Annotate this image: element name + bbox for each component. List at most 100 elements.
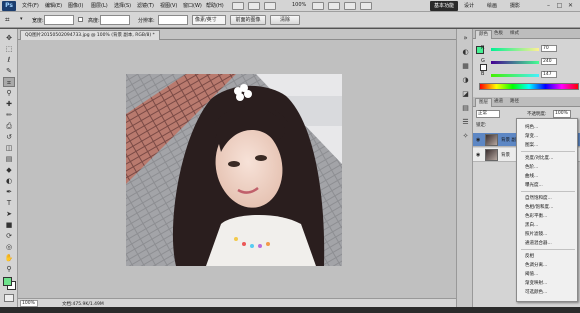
canvas-area[interactable] xyxy=(18,40,463,298)
menu-item-brightness-contrast[interactable]: 亮度/对比度... xyxy=(525,155,553,161)
menu-layer[interactable]: 图层(L) xyxy=(91,2,108,9)
menu-item-solid-color[interactable]: 纯色... xyxy=(525,124,538,130)
resolution-field[interactable] xyxy=(158,15,188,25)
menu-item-invert[interactable]: 反相 xyxy=(525,253,534,259)
menu-item-exposure[interactable]: 曝光度... xyxy=(525,182,543,188)
tab-color[interactable]: 颜色 xyxy=(475,30,492,39)
swatches-panel-icon[interactable]: ▦ xyxy=(460,61,471,71)
menu-item-threshold[interactable]: 阈值... xyxy=(525,271,538,277)
crop-tool-icon[interactable]: ⌗ xyxy=(3,77,15,87)
tool-preset-chevron-icon[interactable]: ▾ xyxy=(20,16,26,22)
paths-panel-icon[interactable]: ✧ xyxy=(460,131,471,141)
blue-slider[interactable] xyxy=(491,74,539,77)
menu-file[interactable]: 文件(F) xyxy=(22,2,39,9)
foreground-color-swatch[interactable] xyxy=(3,277,12,286)
workspace-photography[interactable]: 摄影 xyxy=(510,2,520,9)
menu-item-photo-filter[interactable]: 照片滤镜... xyxy=(525,231,547,237)
menu-item-gradient[interactable]: 渐变... xyxy=(525,133,538,139)
menu-item-levels[interactable]: 色阶... xyxy=(525,164,538,170)
menu-item-black-white[interactable]: 黑白... xyxy=(525,222,538,228)
visibility-eye-icon[interactable]: ◉ xyxy=(476,137,480,143)
visibility-eye-icon[interactable]: ◉ xyxy=(476,152,480,158)
menu-item-gradient-map[interactable]: 渐变映射... xyxy=(525,280,547,286)
zoom-tool-icon[interactable]: ⚲ xyxy=(3,264,15,274)
front-image-button[interactable]: 前面的图像 xyxy=(230,15,266,25)
collapse-icon[interactable]: » xyxy=(460,33,471,43)
tab-swatches[interactable]: 色板 xyxy=(491,30,506,39)
tab-paths[interactable]: 路径 xyxy=(507,98,522,107)
opacity-field[interactable]: 100% xyxy=(553,110,571,118)
clone-stamp-tool-icon[interactable]: ⎙ xyxy=(3,121,15,131)
healing-brush-tool-icon[interactable]: ✚ xyxy=(3,99,15,109)
document-tab[interactable]: QQ图片20150502094733.jpg @ 100% (背景 副本, RG… xyxy=(20,30,160,40)
workspace-essentials-button[interactable]: 基本功能 xyxy=(430,1,458,11)
menu-window[interactable]: 窗口(W) xyxy=(183,2,202,9)
clear-button[interactable]: 清除 xyxy=(270,15,300,25)
menu-item-vibrance[interactable]: 自然饱和度... xyxy=(525,195,552,201)
shape-tool-icon[interactable]: ■ xyxy=(3,220,15,230)
quick-mask-icon[interactable] xyxy=(4,294,14,302)
menu-item-color-balance[interactable]: 色彩平衡... xyxy=(525,213,547,219)
eraser-tool-icon[interactable]: ◫ xyxy=(3,143,15,153)
gradient-tool-icon[interactable]: ▤ xyxy=(3,154,15,164)
menu-item-hue-saturation[interactable]: 色相/饱和度... xyxy=(525,204,553,210)
extras-icon[interactable] xyxy=(264,2,276,10)
marquee-tool-icon[interactable]: ⬚ xyxy=(3,44,15,54)
width-field[interactable] xyxy=(44,15,74,25)
masks-panel-icon[interactable]: ◪ xyxy=(460,89,471,99)
menu-item-curves[interactable]: 曲线... xyxy=(525,173,538,179)
menu-item-selective-color[interactable]: 可选颜色... xyxy=(525,289,547,295)
color-panel-icon[interactable]: ◐ xyxy=(460,47,471,57)
blue-value[interactable]: 147 xyxy=(541,71,557,78)
minimize-icon[interactable]: – xyxy=(544,1,553,10)
swap-icon[interactable] xyxy=(78,17,83,22)
pen-tool-icon[interactable]: ✒ xyxy=(3,187,15,197)
hand-tool-icon[interactable]: ✋ xyxy=(3,253,15,263)
maximize-icon[interactable]: □ xyxy=(555,1,564,10)
close-icon[interactable]: ✕ xyxy=(566,1,575,10)
tab-channels[interactable]: 通道 xyxy=(491,98,506,107)
blend-mode-select[interactable]: 正常 xyxy=(476,110,500,118)
arrange-icon[interactable] xyxy=(344,2,356,10)
green-slider[interactable] xyxy=(491,61,539,64)
channels-panel-icon[interactable]: ☰ xyxy=(460,117,471,127)
menu-select[interactable]: 选择(S) xyxy=(114,2,131,9)
lasso-tool-icon[interactable]: ℓ xyxy=(3,55,15,65)
menu-edit[interactable]: 编辑(E) xyxy=(45,2,62,9)
path-select-tool-icon[interactable]: ➤ xyxy=(3,209,15,219)
move-tool-icon[interactable]: ✥ xyxy=(3,33,15,43)
resolution-unit-select[interactable]: 像素/英寸 xyxy=(192,15,226,25)
tab-styles[interactable]: 样式 xyxy=(507,30,522,39)
3d-orbit-tool-icon[interactable]: ◎ xyxy=(3,242,15,252)
menu-filter[interactable]: 滤镜(T) xyxy=(137,2,154,9)
menu-help[interactable]: 帮助(H) xyxy=(206,2,224,9)
adjustments-panel-icon[interactable]: ◑ xyxy=(460,75,471,85)
photo-canvas[interactable] xyxy=(126,74,342,266)
minibridge-icon[interactable] xyxy=(248,2,260,10)
dodge-tool-icon[interactable]: ◐ xyxy=(3,176,15,186)
green-value[interactable]: 240 xyxy=(541,58,557,65)
menu-item-pattern[interactable]: 图案... xyxy=(525,142,538,148)
workspace-design[interactable]: 设计 xyxy=(464,2,474,9)
menu-item-channel-mixer[interactable]: 通道混合器... xyxy=(525,240,552,246)
zoom-level[interactable]: 100% xyxy=(292,2,306,8)
blur-tool-icon[interactable]: ◆ xyxy=(3,165,15,175)
menu-item-posterize[interactable]: 色调分离... xyxy=(525,262,547,268)
hand-icon[interactable] xyxy=(312,2,324,10)
layers-panel-icon[interactable]: ▤ xyxy=(460,103,471,113)
color-spectrum-bar[interactable] xyxy=(479,83,579,90)
brush-tool-icon[interactable]: ✏ xyxy=(3,110,15,120)
screen-mode-icon[interactable] xyxy=(360,2,372,10)
eyedropper-tool-icon[interactable]: ⚲ xyxy=(3,88,15,98)
3d-rotate-tool-icon[interactable]: ⟳ xyxy=(3,231,15,241)
red-slider[interactable] xyxy=(491,48,539,51)
zoom-input[interactable]: 100% xyxy=(20,300,38,307)
workspace-painting[interactable]: 绘画 xyxy=(487,2,497,9)
menu-view[interactable]: 视图(V) xyxy=(160,2,177,9)
tab-layers[interactable]: 图层 xyxy=(475,98,492,107)
zoom-icon[interactable] xyxy=(328,2,340,10)
menu-image[interactable]: 图像(I) xyxy=(68,2,83,9)
type-tool-icon[interactable]: T xyxy=(3,198,15,208)
bridge-icon[interactable] xyxy=(232,2,244,10)
red-value[interactable]: 70 xyxy=(541,45,557,52)
